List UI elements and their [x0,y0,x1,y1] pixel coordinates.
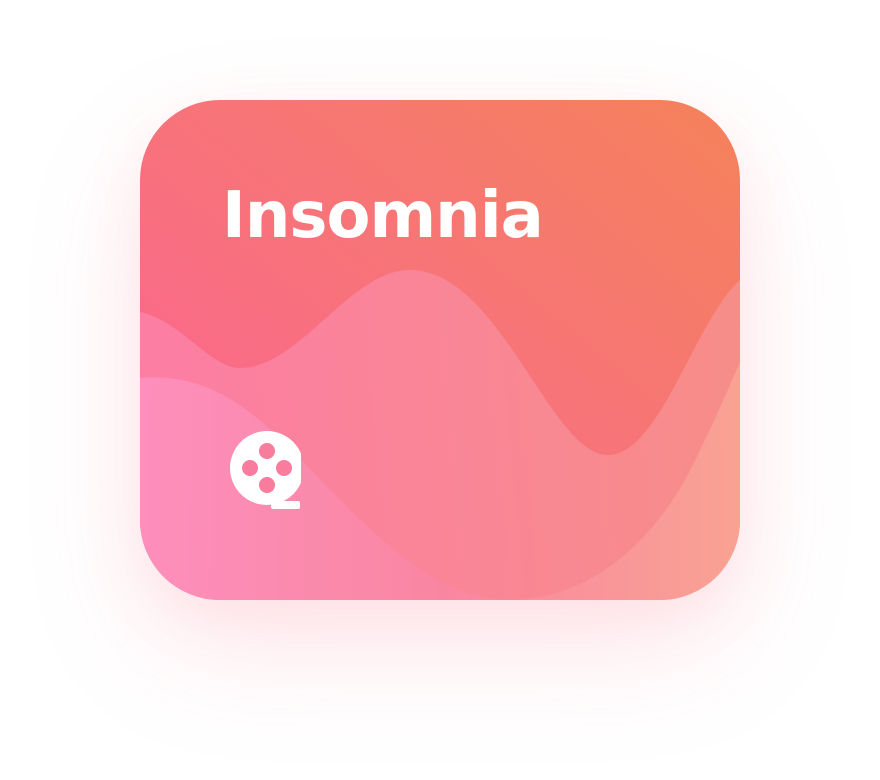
card-title: Insomnia [222,179,544,253]
app-card[interactable]: Insomnia [140,100,740,600]
card-background [140,100,740,600]
film-reel-icon [227,431,301,513]
